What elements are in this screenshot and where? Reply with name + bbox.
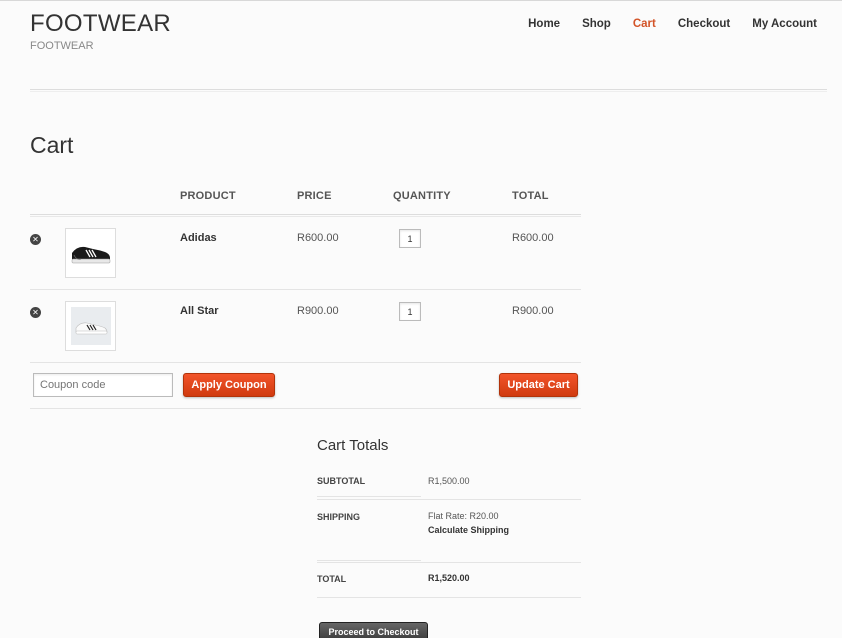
product-name-link[interactable]: Adidas — [180, 232, 217, 244]
product-name-link[interactable]: All Star — [180, 305, 219, 317]
header-divider — [30, 89, 827, 92]
quantity-input[interactable] — [399, 229, 421, 248]
column-header-product: PRODUCT — [180, 190, 236, 202]
shipping-value: Flat Rate: R20.00 — [428, 511, 499, 521]
black-sneaker-icon[interactable] — [65, 228, 116, 278]
main-navigation: Home Shop Cart Checkout My Account — [506, 18, 817, 30]
remove-x-icon[interactable]: ✕ — [30, 234, 41, 245]
update-cart-button[interactable]: Update Cart — [499, 373, 578, 397]
cart-totals: Cart Totals SUBTOTAL R1,500.00 SHIPPING … — [317, 437, 581, 598]
cart-totals-title: Cart Totals — [317, 437, 389, 454]
calculate-shipping-link[interactable]: Calculate Shipping — [428, 525, 509, 535]
coupon-code-input[interactable] — [33, 373, 173, 397]
shipping-label-divider — [317, 560, 421, 561]
product-total: R600.00 — [512, 232, 554, 244]
cart-item-row: ✕ All Star R900.00 R900.00 — [30, 290, 581, 363]
nav-cart-link[interactable]: Cart — [633, 18, 656, 30]
proceed-to-checkout-button[interactable]: Proceed to Checkout — [319, 622, 428, 638]
shipping-label: SHIPPING — [317, 512, 361, 522]
total-value: R1,520.00 — [428, 573, 470, 583]
subtotal-label: SUBTOTAL — [317, 476, 366, 486]
site-tagline: FOOTWEAR — [30, 40, 94, 52]
total-label: TOTAL — [317, 574, 347, 584]
apply-coupon-button[interactable]: Apply Coupon — [183, 373, 275, 397]
column-header-quantity: QUANTITY — [393, 190, 451, 202]
total-divider — [317, 597, 581, 598]
cart-actions: Apply Coupon Update Cart — [30, 363, 581, 409]
nav-shop-link[interactable]: Shop — [582, 18, 611, 30]
site-title[interactable]: FOOTWEAR — [30, 10, 171, 38]
product-price: R600.00 — [297, 232, 339, 244]
page-title: Cart — [30, 132, 74, 158]
subtotal-divider — [317, 499, 581, 500]
cart-item-row: ✕ Adidas R600.00 R600.00 — [30, 217, 581, 290]
column-header-price: PRICE — [297, 190, 332, 202]
nav-checkout-link[interactable]: Checkout — [678, 18, 730, 30]
subtotal-value: R1,500.00 — [428, 476, 470, 486]
product-total: R900.00 — [512, 305, 554, 317]
remove-x-icon[interactable]: ✕ — [30, 307, 41, 318]
column-header-total: TOTAL — [512, 190, 549, 202]
nav-my-account-link[interactable]: My Account — [752, 18, 817, 30]
nav-home-link[interactable]: Home — [528, 18, 560, 30]
product-price: R900.00 — [297, 305, 339, 317]
white-sneaker-icon[interactable] — [65, 301, 116, 351]
quantity-input[interactable] — [399, 302, 421, 321]
subtotal-label-divider — [317, 496, 421, 497]
shipping-divider — [317, 562, 581, 563]
